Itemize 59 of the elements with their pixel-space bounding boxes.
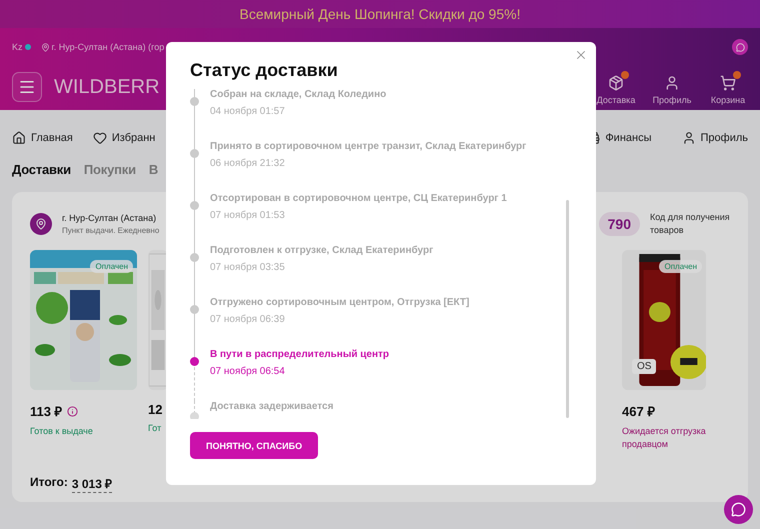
total-amount: 3 013 ₽ [72, 475, 112, 493]
event-title: Принято в сортировочном центре транзит, Склад Екатеринбург [210, 141, 528, 152]
region-selector[interactable]: Kz [12, 42, 31, 52]
promo-banner[interactable]: Всемирный День Шопинга! Скидки до 95%! [0, 0, 760, 28]
chat-icon[interactable] [732, 39, 748, 55]
code-label: Код для получения товаров [650, 211, 731, 237]
dialog-title: Статус доставки [190, 60, 339, 81]
nav-link[interactable]: Главная [12, 131, 73, 145]
menu-icon [18, 78, 36, 96]
price: 113 ₽ [30, 403, 63, 420]
tab[interactable]: Покупки [84, 162, 136, 176]
price: 467 ₽ [622, 403, 656, 420]
size-label: OS [632, 359, 656, 374]
order-status: Ожидается отгрузка продавцом [622, 425, 706, 451]
scrollbar[interactable] [566, 200, 569, 418]
promo-text: Всемирный День Шопинга! Скидки до 95%! [240, 6, 520, 22]
order-status: Гот [148, 422, 162, 435]
heart-icon [92, 131, 107, 145]
pickup-hours: Пункт выдачи. Ежедневно [62, 226, 160, 235]
logo[interactable]: WILDBERR [54, 76, 160, 98]
paid-badge: Оплачен [90, 260, 133, 273]
pin-icon [40, 42, 50, 52]
pickup-code: 790 [598, 212, 640, 236]
user-icon [664, 75, 680, 91]
event-title: В пути в распределительный центр [210, 349, 390, 360]
nav-link[interactable]: Профиль [682, 131, 748, 145]
event-time: 06 ноября 21:32 [210, 158, 286, 169]
total-label: Итого: [30, 475, 68, 491]
info-icon[interactable] [66, 406, 78, 416]
price: 12 [148, 402, 162, 417]
header-action[interactable]: Доставка [596, 75, 636, 105]
event-title: Доставка задерживается [210, 401, 334, 412]
event-time: 07 ноября 06:39 [210, 314, 286, 325]
pickup-address: г. Нур-Султан (Астана) [62, 213, 158, 223]
chat-icon [731, 502, 746, 517]
home-icon [12, 131, 26, 145]
event-time: 07 ноября 06:54 [210, 366, 286, 377]
location-link[interactable]: г. Нур-Султан (Астана) (гор [40, 42, 164, 52]
chat-button[interactable] [724, 495, 753, 524]
event-title: Подготовлен к отгрузке, Склад Екатеринбург [210, 245, 434, 256]
close-icon[interactable] [574, 48, 588, 62]
event-time: 07 ноября 01:53 [210, 210, 286, 221]
tab[interactable]: Доставки [12, 162, 71, 176]
nav-link[interactable]: Избранн [92, 131, 156, 145]
event-title: Отгружено сортировочным центром, Отгрузка [ЕКТ] [210, 297, 470, 308]
user-icon [682, 131, 696, 145]
event-title: Собран на складе, Склад Коледино [210, 89, 388, 100]
event-time: 04 ноября 01:57 [210, 106, 286, 117]
confirm-button[interactable]: ПОНЯТНО, СПАСИБО [190, 432, 318, 459]
cart-icon [720, 75, 736, 91]
paid-badge: Оплачен [659, 260, 702, 273]
header-action[interactable]: Корзина [708, 75, 748, 105]
order-status: Готов к выдаче [30, 425, 94, 438]
event-title: Отсортирован в сортировочном центре, СЦ Екатеринбург 1 [210, 193, 508, 204]
header-action[interactable]: Профиль [652, 75, 692, 105]
tab[interactable]: В [148, 162, 158, 176]
box-icon [608, 75, 624, 91]
pin-icon [30, 213, 52, 235]
event-time: 07 ноября 03:35 [210, 262, 286, 273]
